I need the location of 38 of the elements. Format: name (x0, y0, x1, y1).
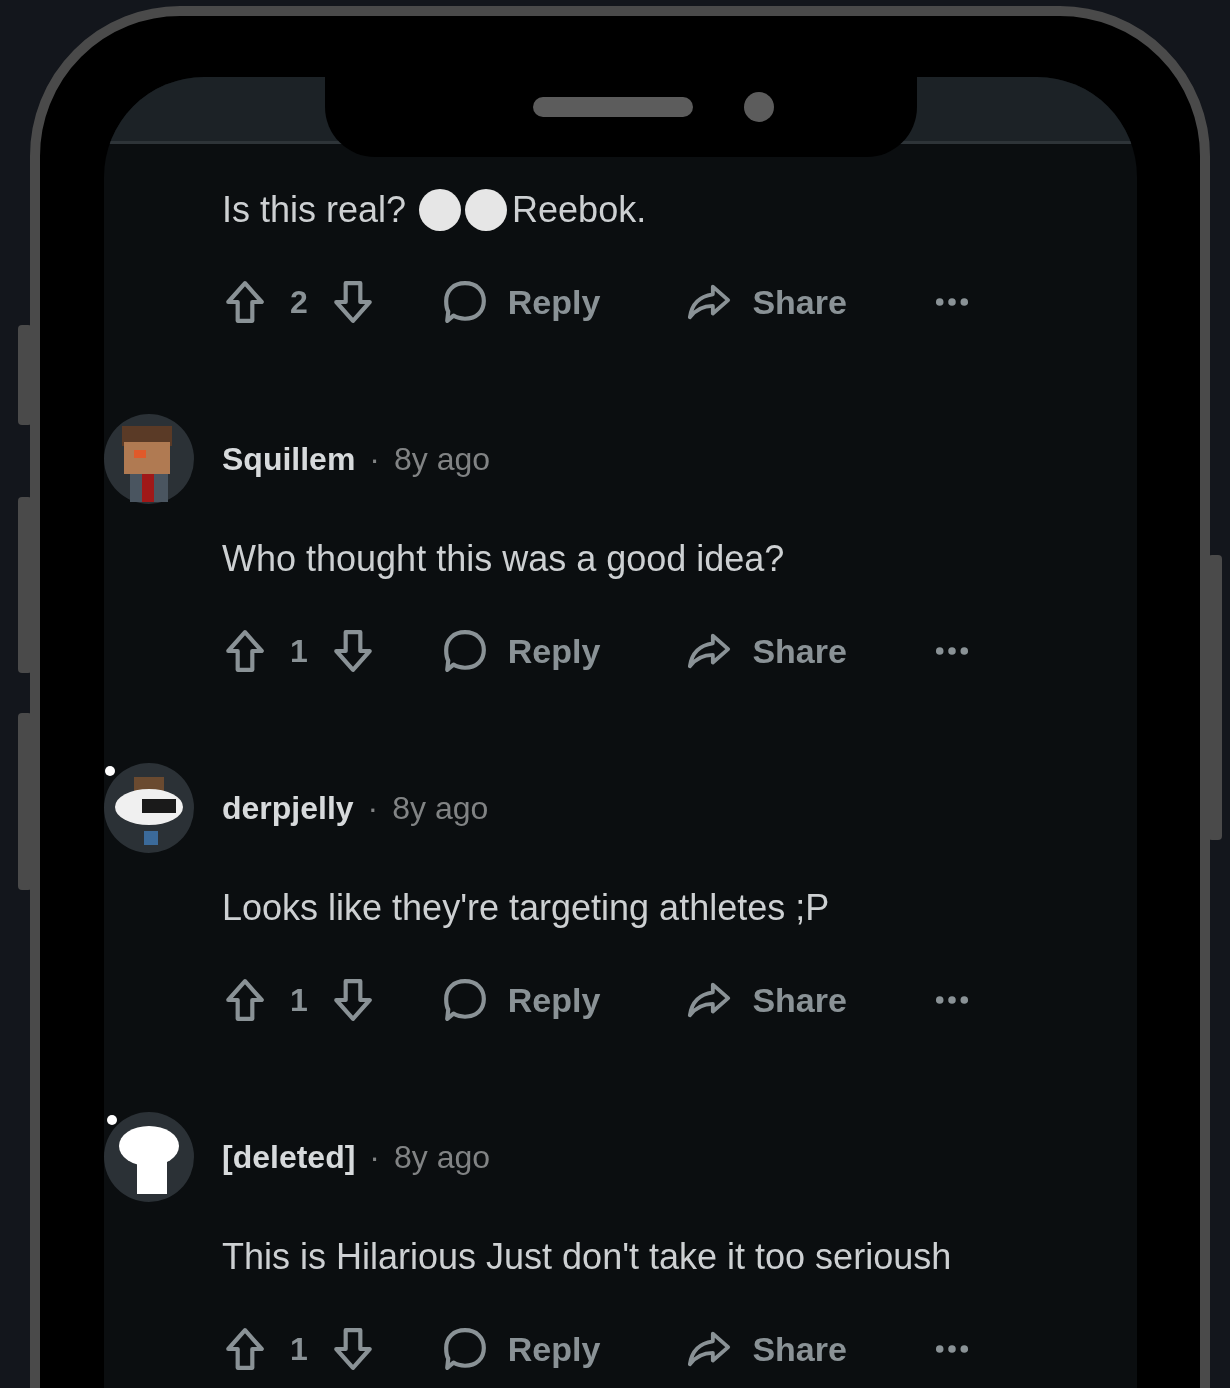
reply-button[interactable]: Reply (441, 628, 601, 674)
reply-button[interactable]: Reply (441, 977, 601, 1023)
username[interactable]: Squillem (222, 440, 356, 478)
more-options-icon[interactable] (934, 995, 969, 1005)
separator-dot: · (367, 789, 379, 827)
reply-button[interactable]: Reply (441, 279, 601, 325)
share-button[interactable]: Share (686, 279, 847, 325)
vote-count: 1 (290, 632, 308, 670)
vote-count: 2 (290, 283, 308, 321)
comment-text: This is Hilarious Just don't take it too serioush (222, 1236, 952, 1278)
comment-text: Who thought this was a good idea? (222, 538, 785, 580)
more-options-icon[interactable] (934, 646, 969, 656)
username[interactable]: derpjelly (222, 789, 354, 827)
share-button[interactable]: Share (686, 628, 847, 674)
share-button[interactable]: Share (686, 977, 847, 1023)
more-options-icon[interactable] (934, 297, 969, 307)
speech-bubble-icon (441, 1326, 488, 1372)
timestamp: 8y ago (394, 440, 491, 478)
timestamp: 8y ago (394, 1138, 491, 1176)
separator-dot: · (369, 440, 380, 478)
speech-bubble-icon (441, 628, 488, 674)
vote-count: 1 (290, 1330, 308, 1368)
comment-text: Reebok. (512, 189, 647, 231)
timestamp: 8y ago (392, 789, 489, 827)
separator-dot: · (369, 1138, 380, 1176)
avatar-icon[interactable] (104, 1112, 194, 1202)
share-button[interactable]: Share (686, 1326, 847, 1372)
avatar-icon[interactable] (104, 763, 194, 853)
comment-text: Looks like they're targeting athletes ;P (222, 887, 830, 929)
reply-button[interactable]: Reply (441, 1326, 601, 1372)
vote-count: 1 (290, 981, 308, 1019)
speech-bubble-icon (441, 279, 488, 325)
camera-dot (744, 92, 774, 122)
emoji-icon (418, 188, 509, 232)
more-options-icon[interactable] (934, 1344, 969, 1354)
speech-bubble-icon (441, 977, 488, 1023)
username[interactable]: [deleted] (222, 1138, 356, 1176)
comment-text: Is this real? (222, 189, 407, 231)
